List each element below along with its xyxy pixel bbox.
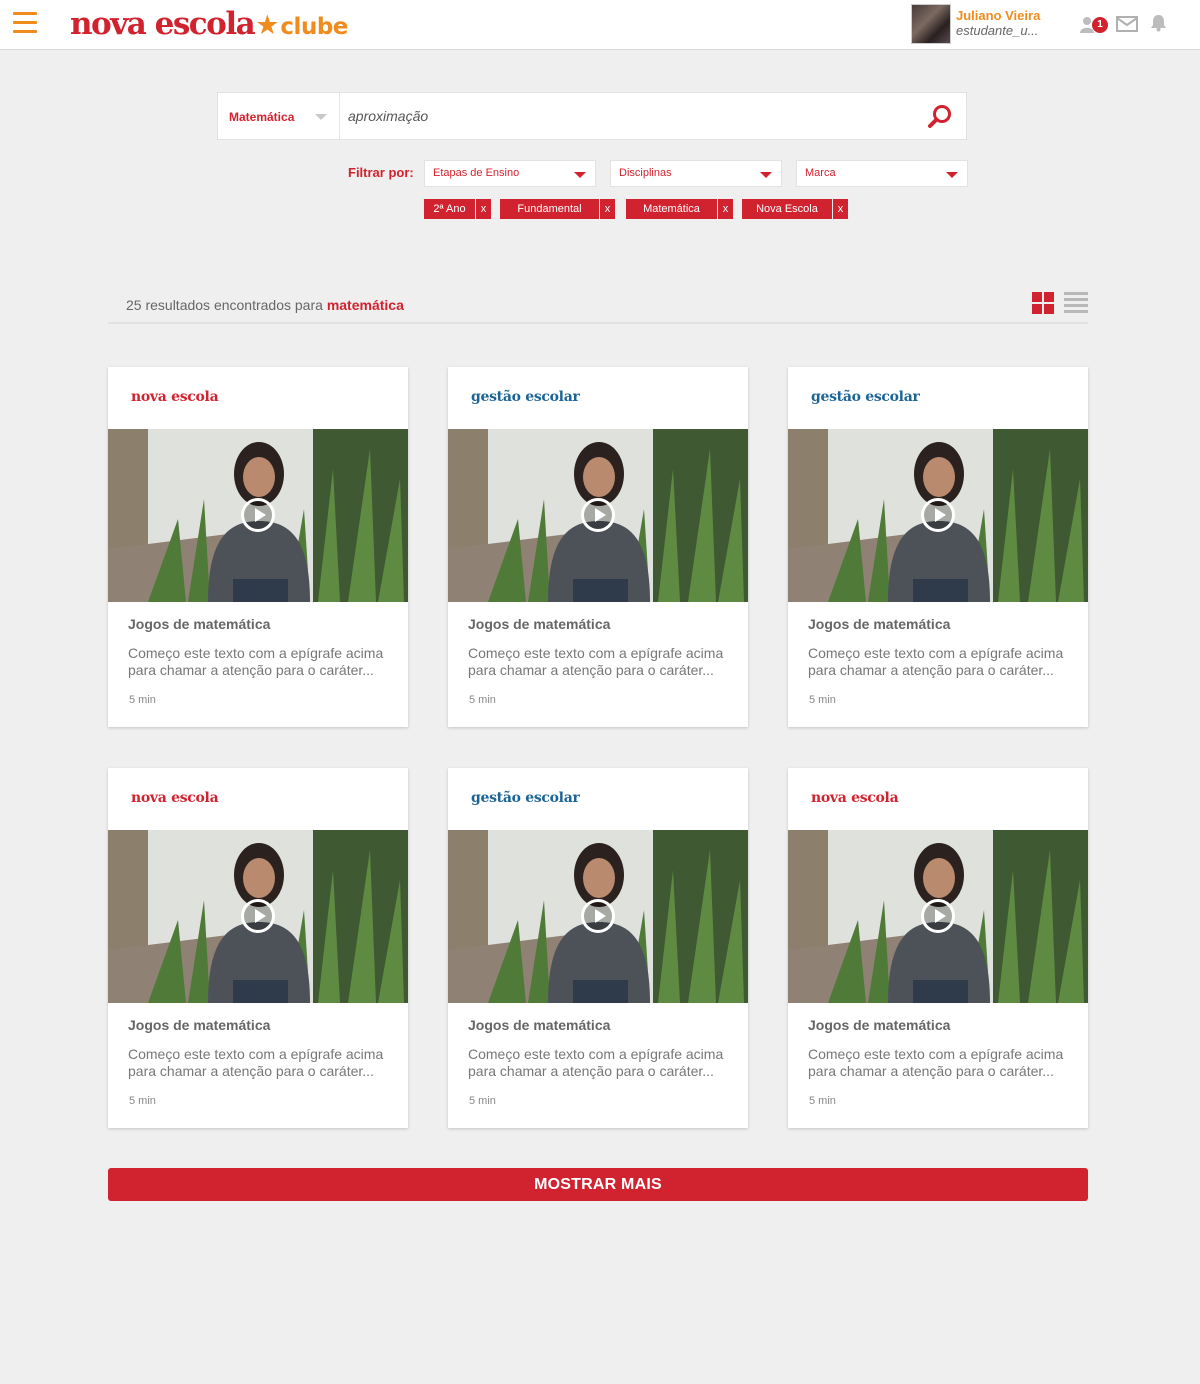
friend-requests-badge: 1 xyxy=(1092,17,1108,33)
star-icon: ★ xyxy=(255,10,280,40)
list-view-icon[interactable] xyxy=(1064,292,1088,314)
video-thumbnail[interactable] xyxy=(448,830,748,1003)
mail-icon[interactable] xyxy=(1116,16,1138,32)
filter-label: Filtrar por: xyxy=(348,165,414,180)
avatar[interactable] xyxy=(911,4,951,44)
card-title[interactable]: Jogos de matemática xyxy=(128,616,270,632)
result-card[interactable]: gestão escolar Jogos de matemática Começo … xyxy=(788,367,1088,727)
hamburger-menu-icon[interactable] xyxy=(13,12,37,36)
chip-label: Matemática xyxy=(626,199,717,219)
chevron-down-icon xyxy=(315,114,327,120)
card-description: Começo este texto com a epígrafe acima p… xyxy=(128,645,384,678)
card-title[interactable]: Jogos de matemática xyxy=(808,616,950,632)
user-name[interactable]: Juliano Vieira xyxy=(956,8,1040,23)
video-thumbnail[interactable] xyxy=(108,429,408,602)
divider xyxy=(108,322,1088,324)
filter-chip-matematica: Matemática x xyxy=(626,199,733,219)
logo-wordmark: nova escola xyxy=(70,6,256,42)
filter-chip-fundamental: Fundamental x xyxy=(500,199,615,219)
filter-chip-ano: 2ª Ano x xyxy=(424,199,491,219)
show-more-button[interactable]: MOSTRAR MAIS xyxy=(108,1168,1088,1201)
chip-label: Nova Escola xyxy=(742,199,832,219)
card-title[interactable]: Jogos de matemática xyxy=(128,1017,270,1033)
card-description: Começo este texto com a epígrafe acima p… xyxy=(808,645,1064,678)
logo-club: clube xyxy=(280,14,348,40)
filter-chip-nova-escola: Nova Escola x xyxy=(742,199,848,219)
filter-dropdown-etapas[interactable]: Etapas de Ensino xyxy=(424,160,596,187)
play-icon[interactable] xyxy=(921,498,955,532)
site-logo[interactable]: nova escola ★ clube xyxy=(70,6,348,46)
play-icon[interactable] xyxy=(581,899,615,933)
category-select-value: Matemática xyxy=(229,110,295,124)
chip-remove-button[interactable]: x xyxy=(476,199,491,219)
chip-remove-button[interactable]: x xyxy=(600,199,615,219)
dropdown-label: Marca xyxy=(805,167,836,179)
results-prefix: 25 resultados encontrados para xyxy=(126,297,323,313)
category-select[interactable]: Matemática xyxy=(218,93,340,139)
chip-label: 2ª Ano xyxy=(424,199,475,219)
chevron-down-icon xyxy=(946,172,958,178)
search-bar: Matemática xyxy=(217,92,967,140)
search-input[interactable] xyxy=(348,106,908,126)
card-title[interactable]: Jogos de matemática xyxy=(468,616,610,632)
card-title[interactable]: Jogos de matemática xyxy=(468,1017,610,1033)
card-description: Começo este texto com a epígrafe acima p… xyxy=(468,1046,724,1079)
play-icon[interactable] xyxy=(921,899,955,933)
card-title[interactable]: Jogos de matemática xyxy=(808,1017,950,1033)
play-icon[interactable] xyxy=(241,899,275,933)
result-card[interactable]: nova escola Jogos de matemática Começo est… xyxy=(108,768,408,1128)
result-card[interactable]: nova escola Jogos de matemática Começo est… xyxy=(788,768,1088,1128)
card-duration: 5 min xyxy=(129,1095,156,1107)
result-card[interactable]: gestão escolar Jogos de matemática Começo … xyxy=(448,367,748,727)
video-thumbnail[interactable] xyxy=(788,429,1088,602)
result-card[interactable]: gestão escolar Jogos de matemática Começo … xyxy=(448,768,748,1128)
chip-remove-button[interactable]: x xyxy=(833,199,848,219)
dropdown-label: Etapas de Ensino xyxy=(433,167,520,179)
filter-dropdown-marca[interactable]: Marca xyxy=(796,160,968,187)
brand-logo: gestão escolar xyxy=(471,790,580,806)
results-term: matemática xyxy=(326,297,404,313)
card-duration: 5 min xyxy=(469,1095,496,1107)
video-thumbnail[interactable] xyxy=(788,830,1088,1003)
brand-logo: nova escola xyxy=(811,790,899,806)
play-icon[interactable] xyxy=(581,498,615,532)
brand-logo: nova escola xyxy=(131,790,219,806)
video-thumbnail[interactable] xyxy=(108,830,408,1003)
brand-logo: gestão escolar xyxy=(811,389,920,405)
chip-remove-button[interactable]: x xyxy=(718,199,733,219)
result-card[interactable]: nova escola Jogos de matemática Começo est… xyxy=(108,367,408,727)
results-count: 25 resultados encontrados para matemátic… xyxy=(126,297,404,313)
card-duration: 5 min xyxy=(129,694,156,706)
user-handle: estudante_u... xyxy=(956,23,1039,38)
filter-dropdown-disciplinas[interactable]: Disciplinas xyxy=(610,160,782,187)
card-duration: 5 min xyxy=(809,694,836,706)
brand-logo: nova escola xyxy=(131,389,219,405)
card-duration: 5 min xyxy=(809,1095,836,1107)
bell-icon[interactable] xyxy=(1150,14,1167,32)
grid-view-icon[interactable] xyxy=(1032,292,1054,314)
card-duration: 5 min xyxy=(469,694,496,706)
chevron-down-icon xyxy=(760,172,772,178)
card-description: Começo este texto com a epígrafe acima p… xyxy=(468,645,724,678)
search-icon[interactable] xyxy=(927,104,953,130)
card-description: Começo este texto com a epígrafe acima p… xyxy=(808,1046,1064,1079)
brand-logo: gestão escolar xyxy=(471,389,580,405)
play-icon[interactable] xyxy=(241,498,275,532)
top-header: nova escola ★ clube Juliano Vieira estud… xyxy=(0,0,1200,50)
chevron-down-icon xyxy=(574,172,586,178)
video-thumbnail[interactable] xyxy=(448,429,748,602)
chip-label: Fundamental xyxy=(500,199,599,219)
dropdown-label: Disciplinas xyxy=(619,167,672,179)
card-description: Começo este texto com a epígrafe acima p… xyxy=(128,1046,384,1079)
